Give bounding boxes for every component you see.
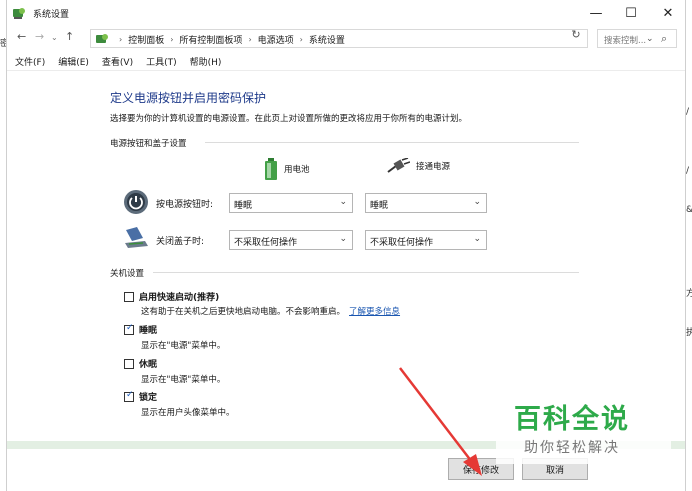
laptop-lid-icon	[125, 227, 148, 248]
breadcrumb-item-power-options[interactable]: 电源选项	[258, 33, 294, 46]
close-button[interactable]: ✕	[649, 0, 685, 26]
menu-item-file[interactable]: 文件(F)	[15, 55, 45, 68]
window-title: 系统设置	[33, 10, 70, 20]
option-label: 睡眠	[139, 326, 158, 336]
breadcrumb-separator-icon[interactable]: ›	[248, 35, 251, 44]
menu-item-help[interactable]: 帮助(H)	[190, 55, 222, 68]
battery-icon	[265, 158, 277, 180]
fast-startup-checkbox[interactable]	[124, 291, 134, 302]
option-description: 显示在用户头像菜单中。	[141, 408, 235, 418]
breadcrumb-item-system-settings[interactable]: 系统设置	[309, 33, 345, 46]
checkmark-icon: ✓	[126, 322, 134, 333]
lid-close-label: 关闭盖子时:	[156, 237, 205, 247]
breadcrumb-separator-icon: ›	[119, 35, 123, 44]
background-glyph: &	[686, 205, 692, 215]
power-plug-icon	[387, 158, 410, 173]
menu-item-tools[interactable]: 工具(T)	[146, 55, 177, 68]
breadcrumb-separator-icon[interactable]: ›	[170, 35, 173, 44]
select-value: 睡眠	[370, 201, 389, 211]
hibernate-checkbox[interactable]	[124, 358, 134, 369]
option-description: 显示在"电源"菜单中。	[141, 341, 226, 351]
search-placeholder: 搜索控制...	[604, 36, 647, 46]
breadcrumb: › 控制面板 › 所有控制面板项 › 电源选项 › 系统设置	[113, 33, 345, 46]
breadcrumb-separator-icon[interactable]: ›	[300, 35, 303, 44]
chevron-down-icon: ⌄	[339, 197, 347, 207]
background-window-edge-right	[686, 0, 692, 491]
column-label-plugged-in: 接通电源	[416, 162, 451, 172]
checkmark-icon: ✓	[126, 389, 134, 400]
control-panel-icon	[96, 34, 108, 43]
recent-locations-chevron-icon[interactable]: ⌄	[51, 33, 58, 42]
breadcrumb-item-control-panel[interactable]: 控制面板	[128, 33, 164, 46]
option-description: 显示在"电源"菜单中。	[141, 375, 226, 385]
title-bar: 系统设置 — ☐ ✕	[7, 0, 685, 26]
chevron-down-icon: ⌄	[339, 234, 347, 244]
background-glyph: 方	[686, 289, 692, 299]
chevron-down-icon: ⌄	[473, 197, 481, 207]
power-button-icon	[124, 190, 148, 214]
control-panel-icon	[13, 8, 25, 19]
section-divider	[205, 142, 579, 143]
watermark: 百科全说 助你轻松解决	[496, 394, 671, 464]
address-bar[interactable]: › 控制面板 › 所有控制面板项 › 电源选项 › 系统设置 ⌄	[90, 29, 654, 48]
watermark-title: 百科全说	[514, 404, 630, 435]
maximize-button[interactable]: ☐	[612, 0, 650, 26]
minimize-button[interactable]: —	[577, 0, 615, 26]
column-header-plugged-in: 接通电源	[386, 158, 450, 174]
chevron-down-icon: ⌄	[473, 234, 481, 244]
section-heading-shutdown: 关机设置	[110, 269, 145, 279]
breadcrumb-item-all-items[interactable]: 所有控制面板项	[179, 33, 242, 46]
lid-close-battery-select[interactable]: 不采取任何操作 ⌄	[229, 230, 353, 250]
search-input[interactable]: 搜索控制... ⌕	[597, 29, 677, 48]
menu-item-edit[interactable]: 编辑(E)	[58, 55, 89, 68]
option-label: 休眠	[139, 360, 158, 370]
menu-item-view[interactable]: 查看(V)	[102, 55, 133, 68]
option-description-text: 这有助于在关机之后更快地启动电脑。不会影响重启。	[141, 307, 346, 317]
option-hibernate[interactable]: 休眠	[124, 357, 157, 370]
option-sleep[interactable]: ✓ 睡眠	[124, 323, 157, 336]
option-label: 启用快速启动(推荐)	[139, 293, 220, 303]
navigation-bar: ← → ⌄ ↑ › 控制面板 › 所有控制面板项 › 电源选项 › 系统设置 ⌄…	[7, 26, 685, 50]
section-divider	[153, 272, 579, 273]
select-value: 不采取任何操作	[234, 238, 298, 248]
power-button-battery-select[interactable]: 睡眠 ⌄	[229, 193, 353, 213]
background-glyph: /	[686, 107, 690, 117]
column-header-battery: 用电池	[264, 158, 310, 180]
page-title: 定义电源按钮并启用密码保护	[110, 91, 267, 105]
menu-bar: 文件(F) 编辑(E) 查看(V) 工具(T) 帮助(H)	[7, 53, 685, 71]
page-description: 选择要为你的计算机设置的电源设置。在此页上对设置所做的更改将应用于你所有的电源计…	[110, 114, 468, 124]
column-label-battery: 用电池	[284, 165, 310, 175]
background-glyph: 执	[686, 328, 692, 338]
lid-close-plugged-select[interactable]: 不采取任何操作 ⌄	[365, 230, 487, 250]
watermark-subtitle: 助你轻松解决	[524, 440, 620, 456]
forward-arrow-icon[interactable]: →	[35, 30, 44, 43]
up-arrow-icon[interactable]: ↑	[65, 30, 74, 43]
learn-more-link[interactable]: 了解更多信息	[349, 307, 400, 317]
lock-checkbox[interactable]: ✓	[124, 389, 134, 402]
select-value: 不采取任何操作	[370, 238, 434, 248]
back-arrow-icon[interactable]: ←	[17, 30, 26, 43]
power-button-plugged-select[interactable]: 睡眠 ⌄	[365, 193, 487, 213]
option-label: 锁定	[139, 393, 158, 403]
section-heading-power-buttons: 电源按钮和盖子设置	[110, 139, 187, 149]
sleep-checkbox[interactable]: ✓	[124, 322, 134, 335]
refresh-icon[interactable]: ↻	[569, 28, 583, 45]
option-fast-startup[interactable]: 启用快速启动(推荐)	[124, 290, 219, 303]
option-description: 这有助于在关机之后更快地启动电脑。不会影响重启。 了解更多信息	[141, 305, 400, 317]
background-glyph: /	[686, 166, 690, 176]
search-icon[interactable]: ⌕	[661, 32, 667, 46]
power-button-label: 按电源按钮时:	[156, 200, 214, 210]
select-value: 睡眠	[234, 201, 253, 211]
option-lock[interactable]: ✓ 锁定	[124, 390, 157, 403]
